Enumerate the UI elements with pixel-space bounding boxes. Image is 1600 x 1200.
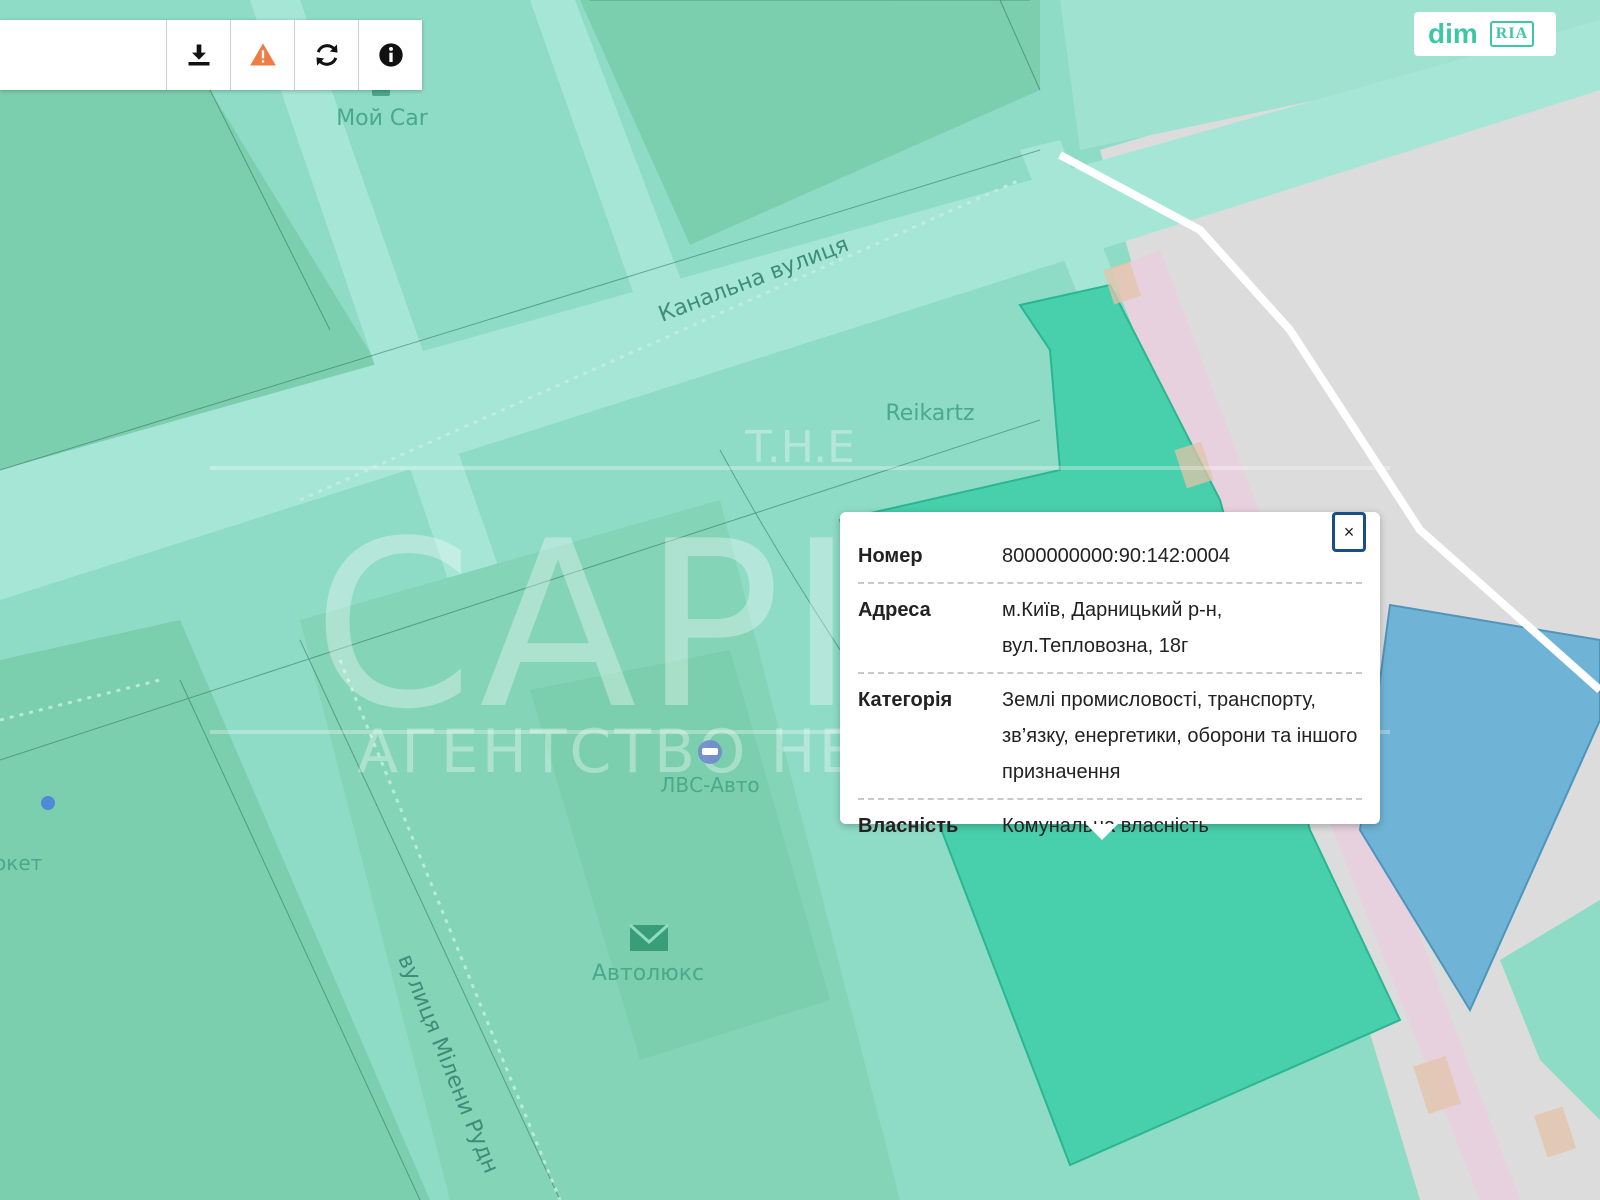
info-row-address: Адреса м.Київ, Дарницький р-н, вул.Тепло… xyxy=(858,584,1362,674)
parcel-info-popup: × Номер 8000000000:90:142:0004 Адреса м.… xyxy=(840,512,1380,840)
map-toolbar xyxy=(0,20,422,90)
info-value: Комунальна власність xyxy=(1002,815,1209,837)
brand-logo: dim RIA xyxy=(1414,12,1556,56)
poi-label-moi-car: Мой Car xyxy=(336,106,429,131)
refresh-icon xyxy=(316,44,337,66)
poi-label-reikartz: Reikartz xyxy=(886,401,975,426)
brand-ria: RIA xyxy=(1489,21,1535,47)
info-value: м.Київ, Дарницький р-н, вул.Тепловозна, … xyxy=(1002,599,1223,657)
info-value: Землі промисловості, транспорту, зв’язку… xyxy=(1002,689,1358,783)
close-button[interactable]: × xyxy=(1332,512,1366,552)
info-icon xyxy=(378,43,403,67)
refresh-button[interactable] xyxy=(294,20,358,90)
download-button[interactable] xyxy=(166,20,230,90)
car-service-icon xyxy=(698,740,722,764)
poi-label-avtolux: Автолюкс xyxy=(592,961,704,986)
report-button[interactable] xyxy=(230,20,294,90)
info-key: Адреса xyxy=(858,599,931,621)
toolbar-search-area[interactable] xyxy=(0,20,166,90)
info-row-category: Категорія Землі промисловості, транспорт… xyxy=(858,674,1362,800)
location-dot-icon xyxy=(41,796,55,810)
info-key: Власність xyxy=(858,815,959,837)
info-row-number: Номер 8000000000:90:142:0004 xyxy=(858,530,1362,584)
watermark-top: T.H.E xyxy=(744,422,855,473)
info-key: Категорія xyxy=(858,689,953,711)
info-value: 8000000000:90:142:0004 xyxy=(1002,545,1231,567)
info-button[interactable] xyxy=(358,20,422,90)
warning-icon xyxy=(249,43,276,66)
poi-label-partial: окет xyxy=(0,851,43,875)
info-row-ownership: Власність Комунальна власність xyxy=(858,800,1362,852)
info-key: Номер xyxy=(858,545,923,567)
download-icon xyxy=(188,44,209,66)
mail-icon xyxy=(628,923,670,951)
poi-label-lvs-auto: ЛВС-Авто xyxy=(660,773,759,797)
brand-dim: dim xyxy=(1428,18,1478,49)
